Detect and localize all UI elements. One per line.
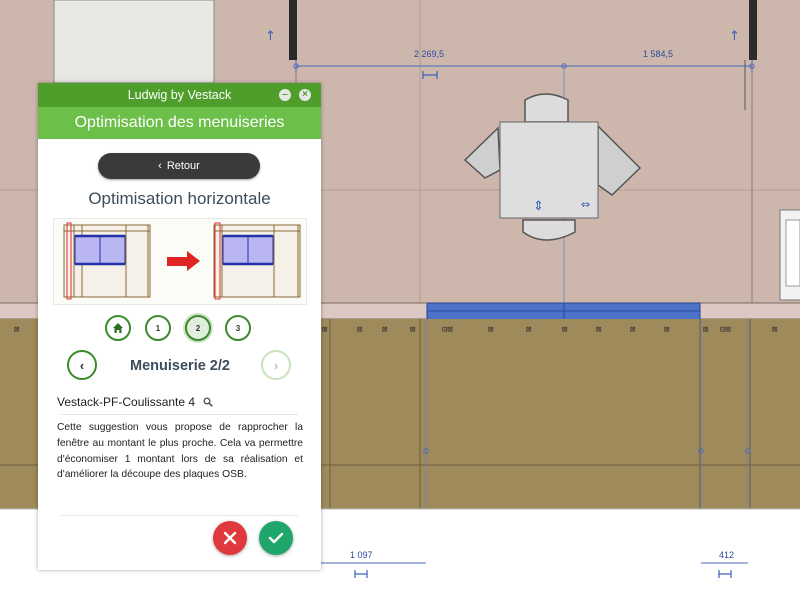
step-3-button[interactable]: 3 bbox=[225, 315, 251, 341]
dimension-text-bottom-left: 1 097 bbox=[350, 550, 373, 560]
section-title: Optimisation horizontale bbox=[88, 189, 271, 208]
magnifier-icon[interactable] bbox=[203, 397, 213, 407]
window-before-image bbox=[63, 222, 151, 300]
panel-header-title: Optimisation des menuiseries bbox=[74, 114, 285, 131]
svg-text:⊟⊠: ⊟⊠ bbox=[720, 325, 731, 335]
svg-text:⊟⊠: ⊟⊠ bbox=[442, 325, 453, 335]
dimension-text-bottom-right: 412 bbox=[719, 550, 734, 560]
svg-text:⊠: ⊠ bbox=[562, 325, 567, 335]
x-icon bbox=[223, 531, 237, 545]
svg-text:⊠: ⊠ bbox=[410, 325, 415, 335]
up-arrow-icon: ↑ bbox=[729, 29, 740, 44]
svg-text:⊠: ⊠ bbox=[382, 325, 387, 335]
window-title: Ludwig by Vestack bbox=[127, 88, 232, 102]
svg-text:⊠: ⊠ bbox=[322, 325, 327, 335]
separator bbox=[61, 515, 298, 516]
step-2-label: 2 bbox=[195, 323, 201, 333]
minimize-icon[interactable]: – bbox=[279, 89, 291, 101]
up-arrow-icon: ↑ bbox=[265, 29, 276, 44]
svg-text:⊠: ⊠ bbox=[526, 325, 531, 335]
close-icon[interactable]: × bbox=[299, 89, 311, 101]
step-home-button[interactable] bbox=[105, 315, 131, 341]
svg-text:⊠: ⊠ bbox=[488, 325, 493, 335]
pillar-right bbox=[749, 0, 757, 60]
product-name-row: Vestack-PF-Coulissante 4 bbox=[57, 395, 213, 409]
step-3-label: 3 bbox=[235, 323, 241, 333]
pillar-left bbox=[289, 0, 297, 60]
next-button[interactable]: › bbox=[261, 350, 291, 380]
dimension-text-top-right: 1 584,5 bbox=[643, 49, 673, 59]
step-2-button[interactable]: 2 bbox=[185, 315, 211, 341]
previous-button[interactable]: ‹ bbox=[67, 350, 97, 380]
step-1-label: 1 bbox=[155, 323, 161, 333]
separator bbox=[61, 414, 298, 415]
panel-header: Optimisation des menuiseries bbox=[38, 107, 321, 139]
svg-text:⊠: ⊠ bbox=[596, 325, 601, 335]
svg-text:⇔: ⇔ bbox=[581, 198, 590, 211]
svg-text:⇕: ⇕ bbox=[533, 199, 544, 214]
product-name: Vestack-PF-Coulissante 4 bbox=[57, 395, 196, 409]
window-after-image bbox=[213, 222, 301, 300]
panel-titlebar[interactable]: Ludwig by Vestack – × bbox=[38, 83, 321, 107]
menuiserie-counter: Menuiserie 2/2 bbox=[130, 358, 230, 374]
arrow-right-icon bbox=[167, 251, 200, 271]
home-icon bbox=[113, 323, 123, 333]
checkmark-icon bbox=[268, 532, 284, 544]
back-button[interactable]: ‹ Retour bbox=[98, 153, 260, 179]
optimization-panel: Ludwig by Vestack – × Optimisation des m… bbox=[38, 83, 321, 570]
chevron-left-icon: ‹ bbox=[158, 160, 162, 172]
svg-text:⊠: ⊠ bbox=[703, 325, 708, 335]
svg-text:⊠: ⊠ bbox=[630, 325, 635, 335]
optimization-illustration bbox=[53, 218, 307, 305]
accept-button[interactable] bbox=[259, 521, 293, 555]
reject-button[interactable] bbox=[213, 521, 247, 555]
svg-text:⊠: ⊠ bbox=[357, 325, 362, 335]
dimension-text-top-left: 2 269,5 bbox=[414, 49, 444, 59]
svg-text:⊠: ⊠ bbox=[664, 325, 669, 335]
cabinet-block bbox=[53, 0, 215, 84]
step-1-button[interactable]: 1 bbox=[145, 315, 171, 341]
chevron-right-icon: › bbox=[273, 357, 279, 373]
suggestion-description: Cette suggestion vous propose de rapproc… bbox=[57, 422, 303, 481]
chevron-left-icon: ‹ bbox=[79, 357, 85, 373]
back-button-label: Retour bbox=[166, 160, 200, 172]
svg-text:⊠: ⊠ bbox=[772, 325, 777, 335]
svg-text:⊠: ⊠ bbox=[14, 325, 19, 335]
